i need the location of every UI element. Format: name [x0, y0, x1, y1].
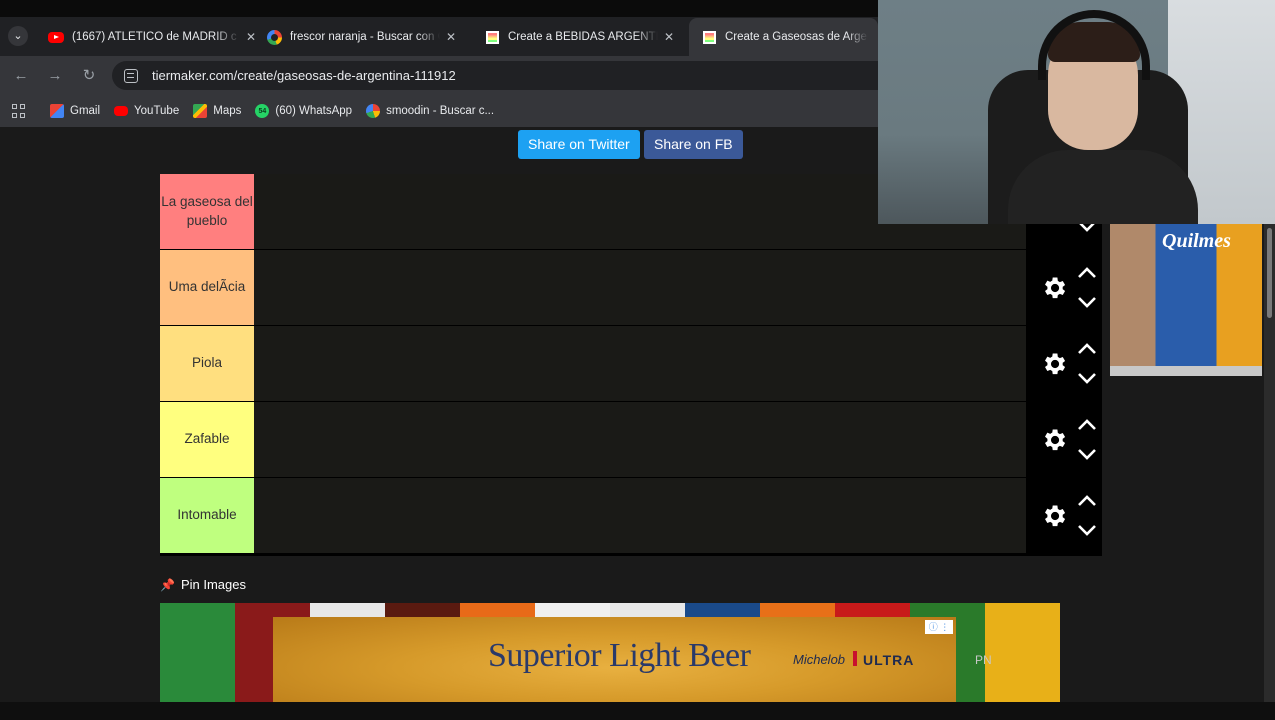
tab-gaseosas[interactable]: Create a Gaseosas de Argenti: [689, 18, 878, 56]
tiermaker-icon: [484, 29, 500, 45]
tier-controls: [1026, 326, 1102, 402]
ad-side-text: PN: [975, 653, 992, 667]
side-ad-footer: [1110, 366, 1262, 376]
bookmark-youtube[interactable]: YouTube: [114, 105, 179, 117]
tab-frescor[interactable]: frescor naranja - Buscar con G ✕: [254, 18, 466, 56]
chevron-down-icon[interactable]: [1075, 447, 1099, 461]
pin-icon: 📌: [160, 577, 175, 592]
tier-controls: [1026, 478, 1102, 554]
maps-icon: [193, 104, 208, 118]
tier-controls: [1026, 402, 1102, 478]
chevron-down-icon[interactable]: [1075, 523, 1099, 537]
gear-icon[interactable]: [1040, 502, 1068, 530]
tier-row: Piola: [160, 326, 1102, 402]
bookmark-whatsapp[interactable]: 54 (60) WhatsApp: [255, 104, 352, 118]
whatsapp-icon: 54: [255, 104, 270, 118]
chevron-up-icon[interactable]: [1075, 494, 1099, 508]
back-icon[interactable]: ←: [10, 65, 32, 87]
gear-icon[interactable]: [1040, 350, 1068, 378]
tiermaker-icon: [701, 29, 717, 45]
webcam-overlay: [878, 0, 1275, 224]
bookmark-label: (60) WhatsApp: [275, 105, 353, 117]
google-icon: [266, 29, 282, 45]
tier-drop-zone[interactable]: [254, 478, 1026, 553]
tier-drop-zone[interactable]: [254, 250, 1026, 325]
tier-label[interactable]: Piola: [160, 326, 254, 401]
youtube-icon: [114, 106, 129, 116]
bookmark-gmail[interactable]: Gmail: [50, 104, 100, 118]
tab-atletico[interactable]: (1667) ATLÉTICO de MADRID c ✕: [36, 18, 266, 56]
bookmark-label: smoodin - Buscar c...: [386, 105, 495, 117]
webcam-person-body: [1008, 150, 1198, 224]
close-icon[interactable]: ✕: [664, 30, 674, 44]
close-icon[interactable]: ✕: [446, 30, 456, 44]
chevron-up-icon[interactable]: [1075, 266, 1099, 280]
forward-icon[interactable]: →: [44, 65, 66, 87]
title-bar: [0, 0, 878, 17]
side-ad[interactable]: Quilmes: [1110, 224, 1262, 376]
tier-drop-zone[interactable]: [254, 402, 1026, 477]
tier-row: Uma delÃcia: [160, 250, 1102, 326]
chevron-up-icon[interactable]: [1075, 342, 1099, 356]
bookmark-smoodin[interactable]: smoodin - Buscar c...: [366, 104, 494, 118]
ad-brand: Michelob: [793, 652, 846, 667]
gear-icon[interactable]: [1040, 274, 1068, 302]
address-bar[interactable]: tiermaker.com/create/gaseosas-de-argenti…: [112, 61, 878, 90]
pin-images-label: Pin Images: [180, 577, 246, 592]
share-fb-button[interactable]: Share on FB: [644, 130, 743, 159]
tier-label[interactable]: Intomable: [160, 478, 254, 553]
tier-list: La gaseosa del pueblo Uma delÃcia Piola Zaf…: [160, 174, 1102, 556]
share-twitter-button[interactable]: Share on Twitter: [518, 130, 640, 159]
toolbar: ← → ↻ tiermaker.com/create/gaseosas-de-a…: [0, 56, 878, 95]
pin-images-toggle[interactable]: 📌 Pin Images: [160, 577, 246, 592]
soda-image[interactable]: [160, 603, 235, 703]
scrollbar[interactable]: [1264, 224, 1275, 702]
ad-logo-mark: [853, 651, 857, 666]
gmail-icon: [50, 104, 64, 118]
chevron-up-icon[interactable]: [1075, 418, 1099, 432]
chevron-down-icon[interactable]: [1075, 371, 1099, 385]
tab-title: Create a Gaseosas de Argenti: [725, 31, 868, 43]
bookmark-label: Maps: [213, 105, 242, 117]
ad-ultra: ULTRA: [863, 652, 915, 668]
headset-icon: [1038, 10, 1150, 80]
tier-label[interactable]: Uma delÃcia: [160, 250, 254, 325]
status-bar: [0, 702, 1275, 720]
tier-label[interactable]: La gaseosa del pueblo: [160, 174, 254, 249]
apps-grid-icon[interactable]: [12, 104, 26, 118]
ad-headline: Superior Light Beer: [488, 637, 751, 674]
scrollbar-thumb[interactable]: [1267, 228, 1272, 318]
bookmark-label: Gmail: [70, 105, 101, 117]
reload-icon[interactable]: ↻: [78, 65, 100, 87]
tier-row: Intomable: [160, 478, 1102, 554]
tab-strip: ⌄ (1667) ATLÉTICO de MADRID c ✕ frescor …: [0, 0, 878, 56]
bookmark-label: YouTube: [134, 105, 180, 117]
tab-title: Create a BEBIDAS ARGENTINA: [508, 31, 658, 43]
bookmarks-bar: Gmail YouTube Maps 54 (60) WhatsApp smoo…: [0, 95, 878, 127]
tab-search-button[interactable]: ⌄: [8, 26, 28, 46]
youtube-icon: [48, 29, 64, 45]
side-ad-brand: Quilmes: [1162, 230, 1231, 252]
site-info-icon[interactable]: [124, 68, 138, 83]
tab-title: frescor naranja - Buscar con G: [290, 31, 440, 43]
tab-bebidas[interactable]: Create a BEBIDAS ARGENTINA ✕: [472, 18, 684, 56]
gear-icon[interactable]: [1040, 426, 1068, 454]
tier-controls: [1026, 250, 1102, 326]
tier-label[interactable]: Zafable: [160, 402, 254, 477]
tier-drop-zone[interactable]: [254, 326, 1026, 401]
tier-row: Zafable: [160, 402, 1102, 478]
google-icon: [366, 104, 381, 118]
chevron-down-icon[interactable]: [1075, 295, 1099, 309]
tab-title: (1667) ATLÉTICO de MADRID c: [72, 31, 237, 43]
bookmark-maps[interactable]: Maps: [193, 104, 241, 118]
url-text[interactable]: tiermaker.com/create/gaseosas-de-argenti…: [152, 68, 456, 83]
banner-ad[interactable]: Superior Light Beer Michelob ULTRA ⓘ ⋮: [273, 617, 956, 702]
ad-info-icon[interactable]: ⓘ ⋮: [925, 620, 953, 634]
soda-image[interactable]: [985, 603, 1060, 703]
